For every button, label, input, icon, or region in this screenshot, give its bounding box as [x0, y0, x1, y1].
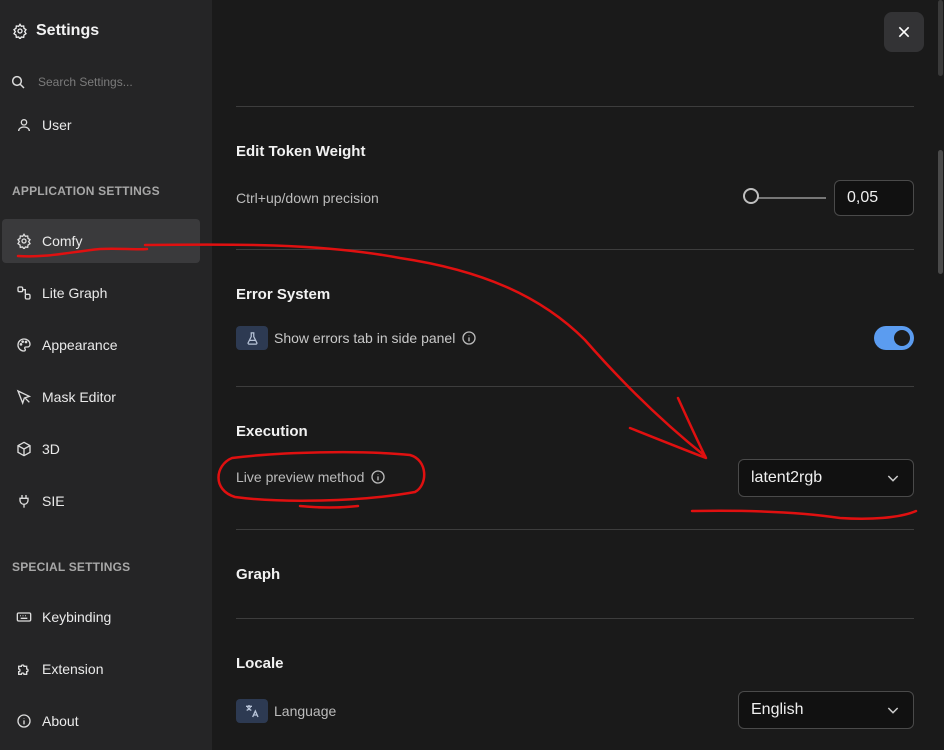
settings-content — [212, 0, 944, 750]
select-value: English — [751, 701, 804, 718]
sidebar-item-label: Extension — [42, 661, 104, 677]
setting-label-live-preview: Live preview method — [236, 469, 386, 485]
sidebar-item-3d[interactable]: 3D — [2, 427, 200, 471]
sidebar-item-keybinding[interactable]: Keybinding — [2, 595, 200, 639]
sidebar-item-user[interactable]: User — [2, 103, 200, 147]
settings-header: Settings — [12, 22, 99, 40]
chevron-down-icon — [885, 702, 901, 718]
section-application-settings: APPLICATION SETTINGS — [12, 184, 160, 198]
palette-icon — [16, 337, 32, 353]
show-errors-toggle[interactable] — [874, 326, 914, 350]
group-title-execution: Execution — [236, 423, 308, 440]
precision-input[interactable] — [834, 180, 914, 216]
setting-label-language: Language — [236, 699, 336, 723]
user-icon — [16, 117, 32, 133]
sidebar-item-extension[interactable]: Extension — [2, 647, 200, 691]
live-preview-select[interactable]: latent2rgb — [738, 459, 914, 497]
settings-title: Settings — [36, 22, 100, 39]
sidebar-item-appearance[interactable]: Appearance — [2, 323, 200, 367]
sidebar-item-label: Comfy — [42, 233, 83, 249]
keyboard-icon — [16, 609, 32, 625]
sidebar-item-label: SIE — [42, 493, 65, 509]
sidebar-item-label: Keybinding — [42, 609, 112, 625]
sidebar-item-label: 3D — [42, 441, 60, 457]
info-icon[interactable] — [370, 469, 386, 485]
setting-label-show-errors: Show errors tab in side panel — [236, 326, 477, 350]
divider — [236, 249, 914, 250]
search-settings[interactable] — [10, 74, 188, 90]
sidebar-item-lite-graph[interactable]: Lite Graph — [2, 271, 200, 315]
toggle-knob — [894, 330, 910, 346]
close-icon — [896, 24, 912, 40]
scrollbar-track-top — [938, 0, 943, 76]
pen-tool-icon — [16, 389, 32, 405]
translate-icon — [236, 699, 268, 723]
language-select[interactable]: English — [738, 691, 914, 729]
group-title-edit-token-weight: Edit Token Weight — [236, 143, 366, 160]
search-input[interactable] — [38, 75, 188, 89]
gear-icon — [12, 23, 28, 39]
graph-nodes-icon — [16, 285, 32, 301]
divider — [236, 386, 914, 387]
sidebar-item-sie[interactable]: SIE — [2, 479, 200, 523]
group-title-error-system: Error System — [236, 286, 331, 303]
divider — [236, 106, 914, 107]
close-button[interactable] — [884, 12, 924, 52]
setting-label-precision: Ctrl+up/down precision — [236, 190, 379, 206]
info-icon — [16, 713, 32, 729]
sidebar-item-label: Lite Graph — [42, 285, 108, 301]
cube-icon — [16, 441, 32, 457]
sidebar-item-label: About — [42, 713, 79, 729]
flask-icon — [236, 326, 268, 350]
scrollbar-thumb[interactable] — [938, 150, 943, 274]
sidebar-item-label: User — [42, 117, 72, 133]
sidebar-item-mask-editor[interactable]: Mask Editor — [2, 375, 200, 419]
puzzle-icon — [16, 661, 32, 677]
select-value: latent2rgb — [751, 469, 823, 486]
plug-icon — [16, 493, 32, 509]
settings-sidebar: Settings User APPLICATION SETTINGS Comfy… — [0, 0, 212, 750]
group-title-locale: Locale — [236, 655, 284, 672]
gear-icon — [16, 233, 32, 249]
precision-slider-track[interactable] — [752, 197, 826, 199]
divider — [236, 529, 914, 530]
info-icon[interactable] — [461, 330, 477, 346]
group-title-graph: Graph — [236, 566, 281, 583]
sidebar-item-comfy[interactable]: Comfy — [2, 219, 200, 263]
sidebar-item-label: Mask Editor — [42, 389, 116, 405]
section-special-settings: SPECIAL SETTINGS — [12, 560, 131, 574]
precision-slider-handle[interactable] — [743, 188, 759, 204]
divider — [236, 618, 914, 619]
sidebar-item-label: Appearance — [42, 337, 118, 353]
chevron-down-icon — [885, 470, 901, 486]
sidebar-item-about[interactable]: About — [2, 699, 200, 743]
search-icon — [10, 74, 26, 90]
